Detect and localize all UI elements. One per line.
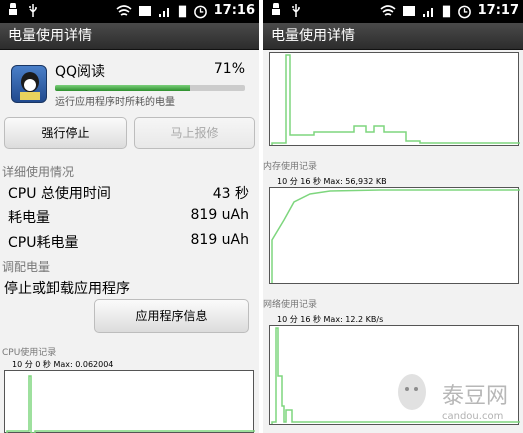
title-bar: 电量使用详情: [263, 23, 523, 50]
cpu-graph-max: 10 分 0 秒 Max: 0.062004: [12, 360, 114, 369]
usage-progress-fill: [55, 85, 190, 91]
page-title: 电量使用详情: [8, 28, 92, 44]
page-title: 电量使用详情: [271, 28, 355, 44]
cpu-usage-graph: [269, 52, 520, 146]
app-info-button[interactable]: 应用程序信息: [94, 299, 249, 333]
clock: 17:17: [477, 3, 519, 18]
cpu-time-value: 43 秒: [212, 186, 249, 202]
status-bar: 17:16: [0, 0, 259, 23]
qq-reader-app-icon: [11, 65, 47, 103]
android-icon: [9, 3, 17, 15]
watermark-url: candou.com: [442, 411, 504, 422]
signal-icon: [422, 8, 433, 17]
cpu-power-value: 819 uAh: [190, 232, 250, 248]
battery-icon: [178, 5, 186, 18]
cpu-time-label: CPU 总使用时间: [8, 186, 111, 202]
power-consumption-value: 819 uAh: [190, 207, 250, 223]
power-consumption-label: 耗电量: [8, 210, 50, 226]
adjust-power-header: 调配电量: [2, 260, 51, 274]
memory-graph-label: 内存使用记录: [263, 162, 318, 172]
usb-icon: [29, 4, 37, 17]
stop-uninstall-text: 停止或卸载应用程序: [4, 281, 130, 297]
app-percent: 71%: [213, 61, 245, 77]
title-bar: 电量使用详情: [0, 23, 259, 50]
alarm-icon: [193, 5, 207, 19]
usage-progress-bar: [55, 85, 245, 91]
battery-saver-icon: [402, 6, 415, 16]
app-description: 运行应用程序时所耗的电量: [55, 97, 175, 108]
clock: 17:16: [213, 3, 255, 18]
details-header: 详细使用情况: [2, 165, 75, 179]
memory-graph-max: 10 分 16 秒 Max: 56,932 KB: [277, 177, 387, 186]
status-bar: 17:17: [263, 0, 523, 23]
wifi-icon: [116, 5, 132, 16]
usb-icon: [292, 4, 300, 17]
force-stop-button[interactable]: 强行停止: [4, 117, 127, 149]
left-screen: 17:16 电量使用详情 QQ阅读 71% 运行应用程序时所耗的电量 强行停止 …: [0, 0, 259, 433]
android-icon: [272, 3, 280, 15]
cpu-usage-graph: 10 分 0 秒 Max: 0.062004: [4, 360, 255, 433]
cpu-graph-line: [6, 375, 255, 433]
memory-graph-line: [271, 189, 520, 283]
wifi-icon: [380, 5, 396, 16]
app-name: QQ阅读: [55, 64, 106, 80]
battery-icon: [442, 5, 450, 18]
cpu-graph-line: [271, 54, 520, 145]
network-graph-label: 网络使用记录: [263, 300, 318, 310]
memory-usage-graph: 10 分 16 秒 Max: 56,932 KB: [269, 177, 520, 284]
report-button[interactable]: 马上报修: [134, 117, 255, 149]
battery-saver-icon: [138, 6, 151, 16]
watermark-text: 泰豆网: [442, 384, 509, 409]
network-graph-max: 10 分 16 秒 Max: 12.2 KB/s: [277, 315, 384, 324]
alarm-icon: [457, 5, 471, 19]
cpu-graph-label: CPU使用记录: [2, 348, 57, 358]
signal-icon: [158, 8, 169, 17]
cpu-power-label: CPU耗电量: [8, 235, 79, 251]
